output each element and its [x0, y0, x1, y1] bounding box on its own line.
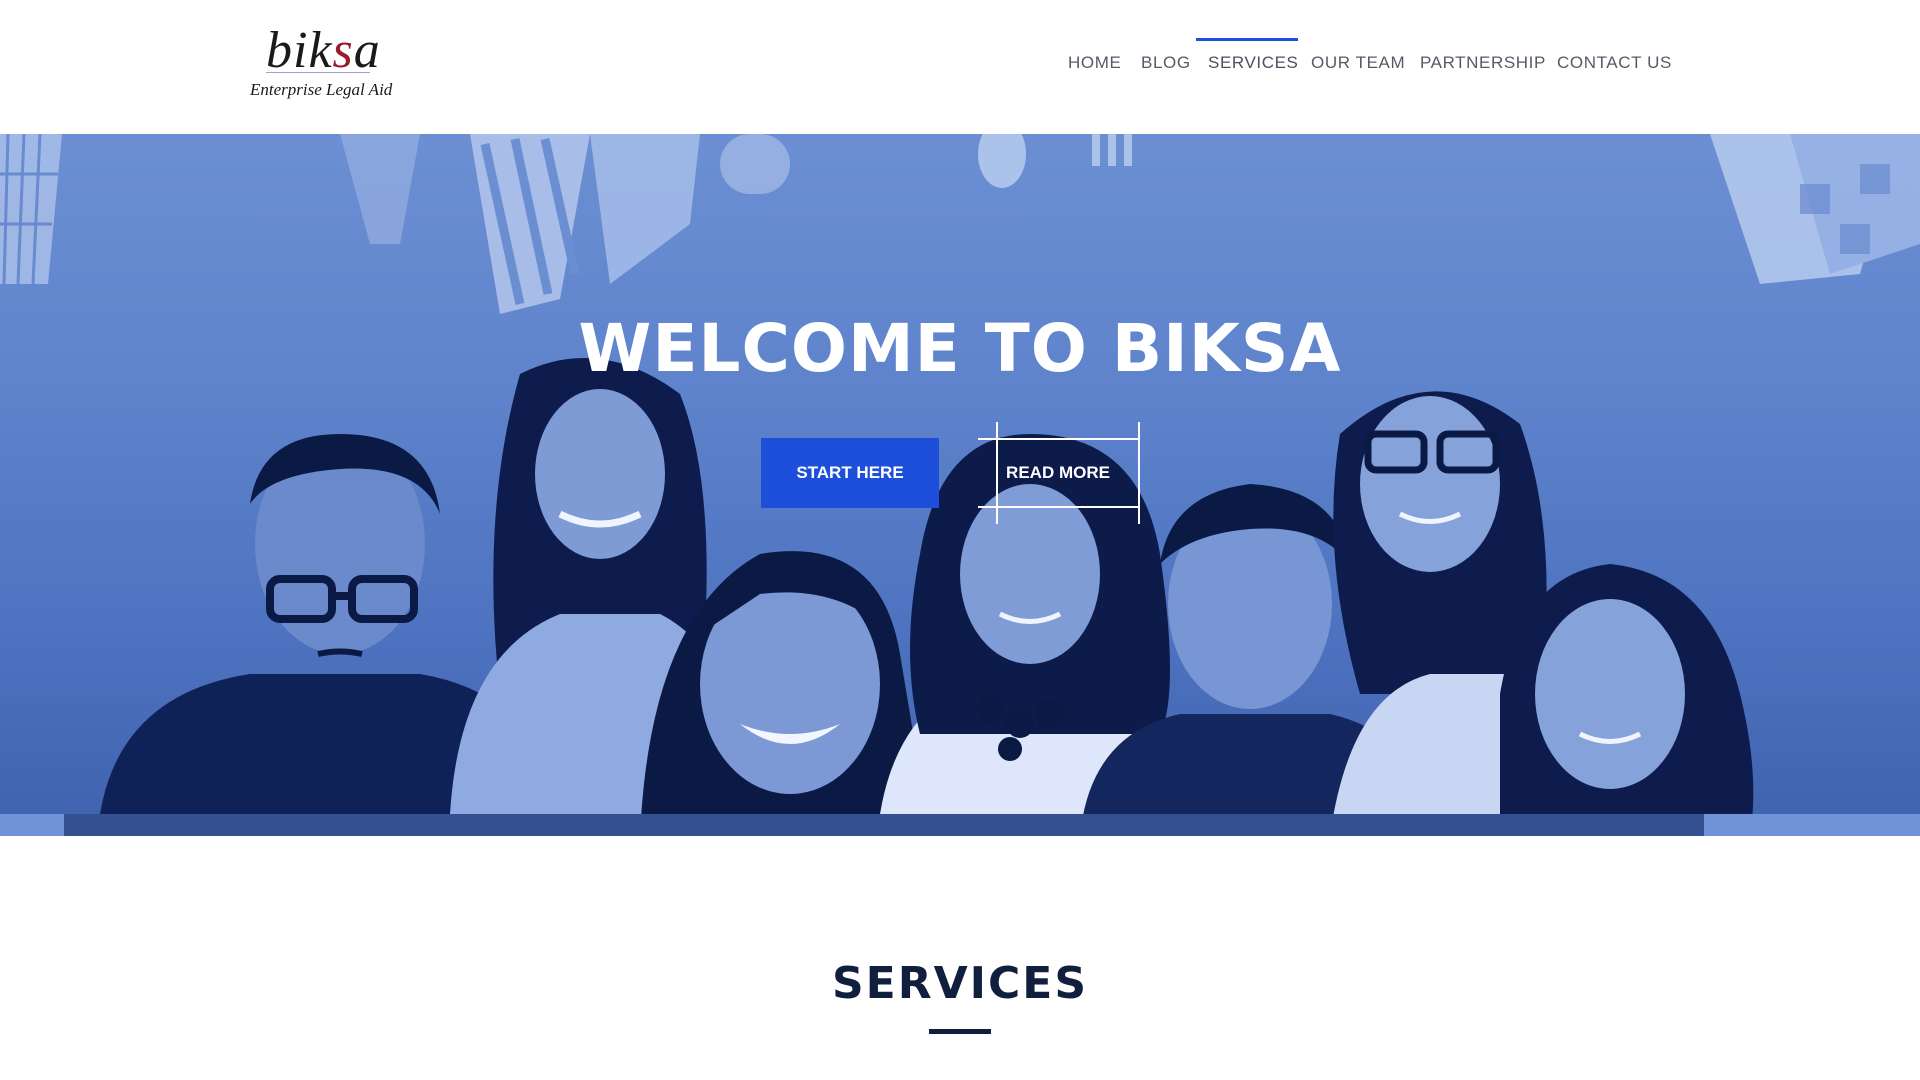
nav-our-team[interactable]: OUR TEAM — [1311, 38, 1405, 88]
hero-title: WELCOME TO BIKSA — [578, 310, 1342, 387]
nav-partnership[interactable]: PARTNERSHIP — [1420, 38, 1546, 88]
hero-banner: WELCOME TO BIKSA START HERE READ MORE — [0, 134, 1920, 836]
services-heading: SERVICES — [831, 958, 1089, 1009]
nav-home[interactable]: HOME — [1068, 38, 1121, 88]
site-header: biksa Enterprise Legal Aid HOME BLOG SER… — [0, 0, 1920, 134]
nav-services[interactable]: SERVICES — [1208, 38, 1298, 88]
hero-bottom-strip — [0, 814, 1920, 836]
team-photo — [100, 358, 1754, 836]
nav-blog[interactable]: BLOG — [1141, 38, 1191, 88]
services-heading-underline — [929, 1029, 991, 1034]
biksa-logo[interactable]: biksa Enterprise Legal Aid — [244, 22, 394, 106]
read-more-button[interactable]: READ MORE — [978, 422, 1140, 524]
logo-tagline: Enterprise Legal Aid — [250, 80, 393, 99]
nav-contact-us[interactable]: CONTACT US — [1557, 38, 1672, 88]
logo-underline — [266, 72, 370, 73]
start-here-button[interactable]: START HERE — [761, 438, 939, 508]
person-7 — [1500, 564, 1754, 836]
read-more-label: READ MORE — [1006, 463, 1110, 482]
